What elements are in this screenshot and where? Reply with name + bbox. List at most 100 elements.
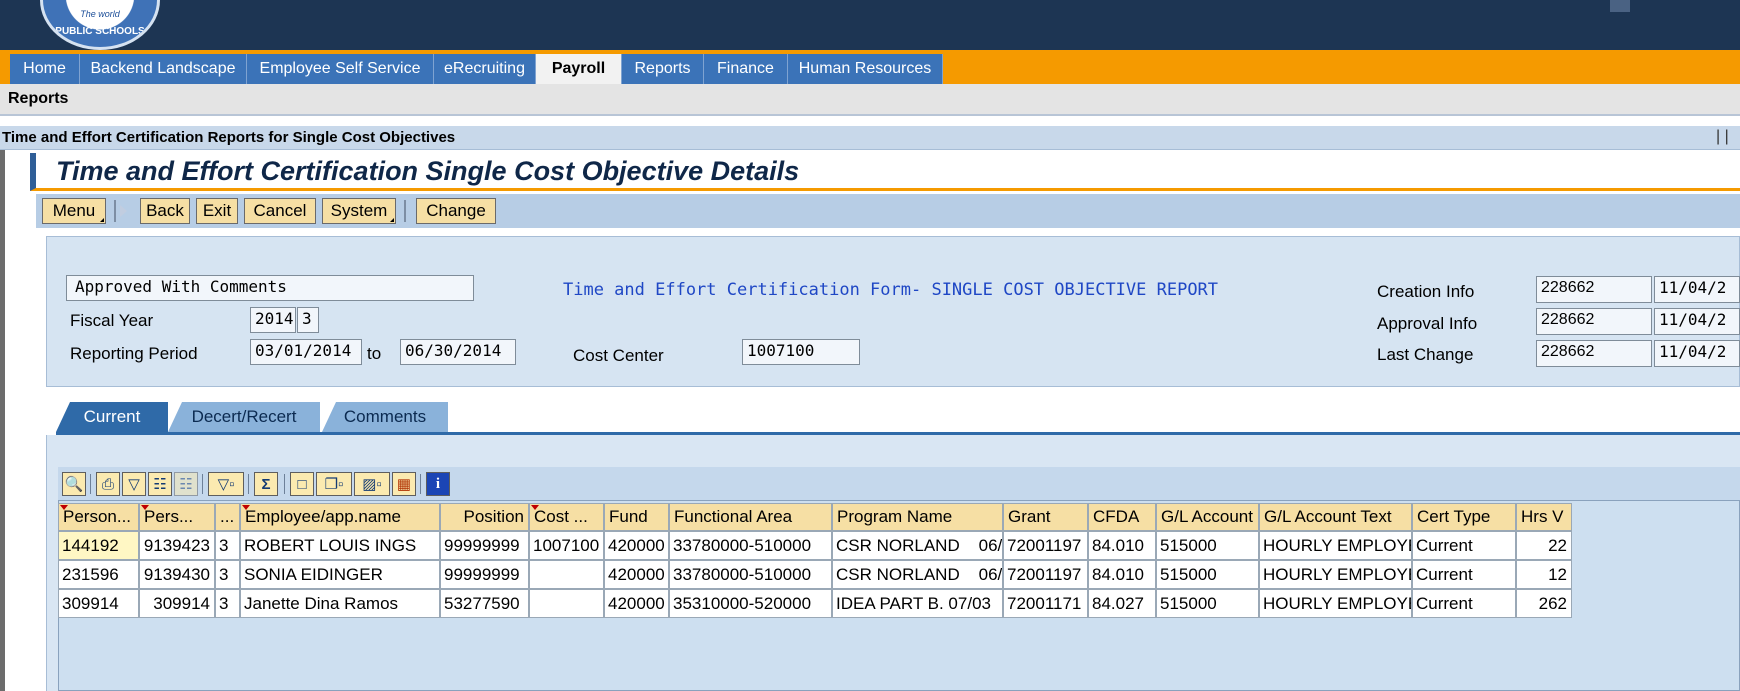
cell-cfda[interactable]: 84.010 (1088, 560, 1156, 589)
cell-functional-area[interactable]: 33780000-510000 (669, 560, 832, 589)
cell-gl-account-text[interactable]: HOURLY EMPLOYE (1259, 531, 1412, 560)
approval-id-field[interactable]: 228662 (1536, 308, 1652, 335)
info-icon[interactable]: i (426, 472, 450, 496)
nav-tab-employee-self-service[interactable]: Employee Self Service (247, 54, 434, 84)
cell-gl-account[interactable]: 515000 (1156, 531, 1259, 560)
fiscal-period-field[interactable]: 3 (297, 307, 319, 333)
approval-date-field[interactable]: 11/04/2 (1654, 308, 1740, 335)
period-from-field[interactable]: 03/01/2014 (250, 339, 362, 365)
print-icon[interactable]: ⎙ (96, 472, 120, 496)
cell-fund[interactable]: 420000 (604, 589, 669, 618)
period-to-field[interactable]: 06/30/2014 (400, 339, 516, 365)
cell-personnel[interactable]: 231596 (58, 560, 139, 589)
cell-cfda[interactable]: 84.010 (1088, 531, 1156, 560)
cell-position[interactable]: 99999999 (440, 560, 529, 589)
cell-cost-center[interactable]: 1007100 (529, 531, 604, 560)
cost-center-field[interactable]: 1007100 (742, 339, 860, 365)
cell-cert-type[interactable]: Current (1412, 589, 1516, 618)
col-header-cost-center[interactable]: Cost ... (529, 503, 604, 531)
col-header-functional-area[interactable]: Functional Area (669, 503, 832, 531)
system-button[interactable]: System (322, 198, 396, 224)
find-next-icon[interactable]: ☷ (174, 472, 198, 496)
cell-pers[interactable]: 9139430 (139, 560, 215, 589)
nav-tab-human-resources[interactable]: Human Resources (788, 54, 943, 84)
cell-grant[interactable]: 72001197 (1003, 531, 1088, 560)
cell-pers[interactable]: 9139423 (139, 531, 215, 560)
cell-hours[interactable]: 262 (1516, 589, 1572, 618)
fiscal-year-field[interactable]: 2014 (250, 307, 296, 333)
cell-hours[interactable]: 22 (1516, 531, 1572, 560)
last-change-date-field[interactable]: 11/04/2 (1654, 340, 1740, 367)
creation-date-field[interactable]: 11/04/2 (1654, 276, 1740, 303)
change-button[interactable]: Change (416, 198, 496, 224)
cell-position[interactable]: 99999999 (440, 531, 529, 560)
cell-employee-name[interactable]: ROBERT LOUIS INGS (240, 531, 440, 560)
cell-cost-center[interactable] (529, 589, 604, 618)
cell-fund[interactable]: 420000 (604, 560, 669, 589)
cell-gl-account[interactable]: 515000 (1156, 589, 1259, 618)
cell-program-name[interactable]: IDEA PART B. 07/03 (832, 589, 1003, 618)
col-header-grant[interactable]: Grant (1003, 503, 1088, 531)
cell-pers[interactable]: 309914 (139, 589, 215, 618)
col-header-pers[interactable]: Pers... (139, 503, 215, 531)
set-filter-icon[interactable]: ▽▫ (208, 472, 244, 496)
cell-gl-account-text[interactable]: HOURLY EMPLOYE (1259, 589, 1412, 618)
tab-decert-recert[interactable]: Decert/Recert (168, 402, 320, 432)
cell-seq[interactable]: 3 (215, 560, 240, 589)
cell-seq[interactable]: 3 (215, 531, 240, 560)
cell-grant[interactable]: 72001197 (1003, 560, 1088, 589)
cell-fund[interactable]: 420000 (604, 531, 669, 560)
back-button[interactable]: Back (140, 198, 190, 224)
col-header-hours[interactable]: Hrs V (1516, 503, 1572, 531)
cell-gl-account-text[interactable]: HOURLY EMPLOYE (1259, 560, 1412, 589)
details-icon[interactable]: 🔍 (62, 472, 86, 496)
cell-cfda[interactable]: 84.027 (1088, 589, 1156, 618)
nav-tab-home[interactable]: Home (10, 54, 80, 84)
cell-employee-name[interactable]: SONIA EIDINGER (240, 560, 440, 589)
cell-program-name[interactable]: CSR NORLAND 06/( (832, 560, 1003, 589)
nav-tab-erecruiting[interactable]: eRecruiting (434, 54, 536, 84)
col-header-position[interactable]: Position (440, 503, 529, 531)
col-header-fund[interactable]: Fund (604, 503, 669, 531)
nav-tab-payroll[interactable]: Payroll (536, 54, 622, 84)
col-header-cfda[interactable]: CFDA (1088, 503, 1156, 531)
col-header-gl-account[interactable]: G/L Account (1156, 503, 1259, 531)
tab-comments[interactable]: Comments (322, 402, 448, 432)
cell-personnel[interactable]: 309914 (58, 589, 139, 618)
sub-nav-reports[interactable]: Reports (8, 90, 68, 108)
print-preview-icon[interactable]: □ (290, 472, 314, 496)
col-header-seq[interactable]: ... (215, 503, 240, 531)
col-header-employee-name[interactable]: Employee/app.name (240, 503, 440, 531)
cell-personnel[interactable]: 144192 (58, 531, 139, 560)
col-header-program-name[interactable]: Program Name (832, 503, 1003, 531)
cell-employee-name[interactable]: Janette Dina Ramos (240, 589, 440, 618)
expand-arrow-icon[interactable] (120, 205, 127, 217)
nav-tab-backend-landscape[interactable]: Backend Landscape (80, 54, 247, 84)
tab-current[interactable]: Current (56, 402, 168, 432)
filter-icon[interactable]: ▽ (122, 472, 146, 496)
cell-cost-center[interactable] (529, 560, 604, 589)
col-header-personnel[interactable]: Person... (58, 503, 139, 531)
nav-tab-reports[interactable]: Reports (622, 54, 704, 84)
cell-program-name[interactable]: CSR NORLAND 06/( (832, 531, 1003, 560)
last-change-id-field[interactable]: 228662 (1536, 340, 1652, 367)
cell-position[interactable]: 53277590 (440, 589, 529, 618)
export-icon[interactable]: ❐▫ (316, 472, 352, 496)
col-header-cert-type[interactable]: Cert Type (1412, 503, 1516, 531)
cell-functional-area[interactable]: 35310000-520000 (669, 589, 832, 618)
cell-cert-type[interactable]: Current (1412, 560, 1516, 589)
creation-id-field[interactable]: 228662 (1536, 276, 1652, 303)
sum-icon[interactable]: Σ (254, 472, 278, 496)
grid-icon[interactable]: ▦ (392, 472, 416, 496)
cell-grant[interactable]: 72001171 (1003, 589, 1088, 618)
cell-cert-type[interactable]: Current (1412, 531, 1516, 560)
col-header-gl-account-text[interactable]: G/L Account Text (1259, 503, 1412, 531)
cell-gl-account[interactable]: 515000 (1156, 560, 1259, 589)
find-icon[interactable]: ☷ (148, 472, 172, 496)
nav-tab-finance[interactable]: Finance (704, 54, 788, 84)
cell-seq[interactable]: 3 (215, 589, 240, 618)
cell-hours[interactable]: 12 (1516, 560, 1572, 589)
layout-icon[interactable]: ▨▫ (354, 472, 390, 496)
pane-resize-icon[interactable]: | | (1716, 128, 1729, 146)
cancel-button[interactable]: Cancel (244, 198, 316, 224)
